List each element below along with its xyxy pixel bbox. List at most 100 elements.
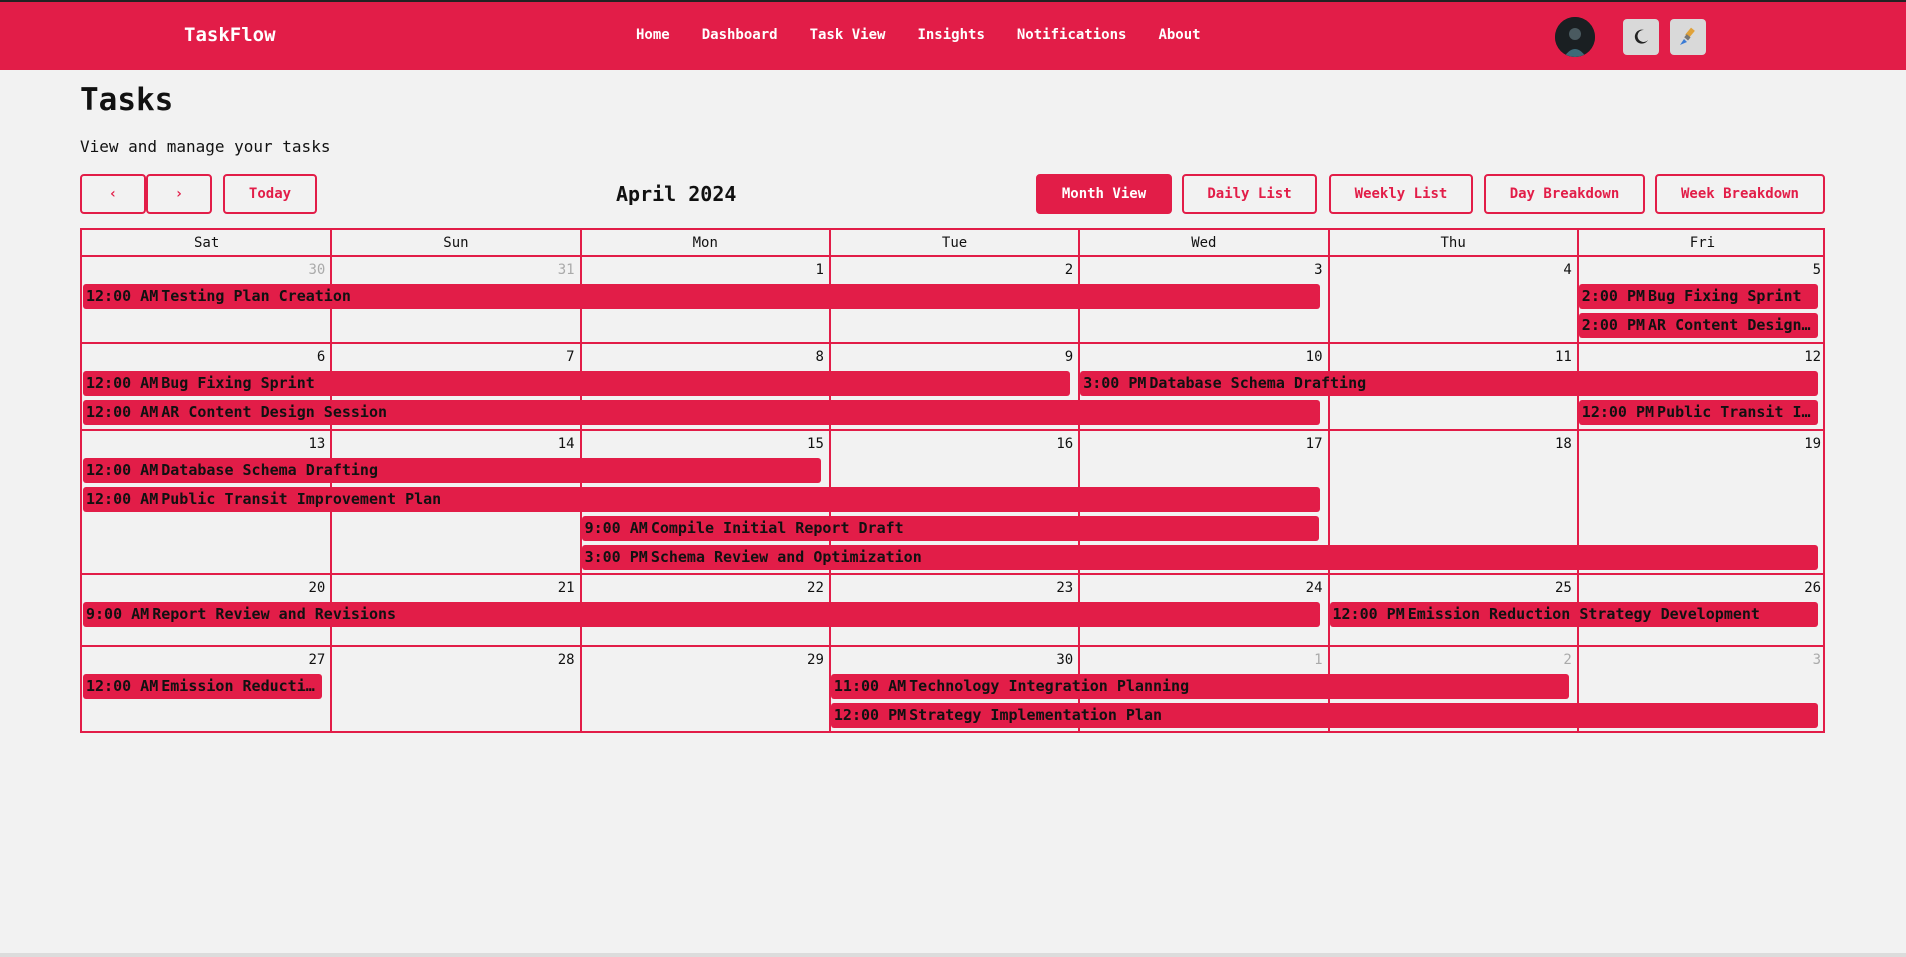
calendar-event[interactable]: 12:00 AM Testing Plan Creation [83, 284, 1320, 309]
event-time: 12:00 PM [1581, 403, 1655, 421]
theme-toggle-button[interactable] [1623, 19, 1659, 55]
day-number[interactable]: 13 [295, 436, 325, 452]
day-breakdown-button[interactable]: Day Breakdown [1484, 174, 1645, 214]
day-number[interactable]: 7 [545, 349, 574, 365]
event-title: Report Review and Revisions [152, 605, 397, 623]
day-number[interactable]: 3 [1293, 262, 1322, 278]
current-month-label: April 2024 [616, 182, 737, 206]
day-number[interactable]: 20 [295, 580, 325, 596]
day-number[interactable]: 30 [295, 262, 325, 278]
day-number[interactable]: 26 [1791, 580, 1821, 596]
day-number[interactable]: 5 [1791, 262, 1821, 278]
calendar-event[interactable]: 3:00 PM Schema Review and Optimization [581, 545, 1819, 570]
grid-row-divider [82, 645, 1823, 647]
calendar-event[interactable]: 12:00 AMEmission Reduction Strategy Deve… [83, 674, 323, 699]
event-title: Public Transit Improvement Plan [1657, 403, 1818, 421]
week-breakdown-button[interactable]: Week Breakdown [1655, 174, 1825, 214]
day-number[interactable]: 31 [545, 262, 575, 278]
event-time: 9:00 AM [584, 519, 648, 537]
day-number[interactable]: 19 [1791, 436, 1821, 452]
day-number[interactable]: 11 [1542, 349, 1572, 365]
event-title: AR Content Design Session [161, 403, 388, 421]
weekday-header-sat: Sat [194, 234, 220, 251]
page-bottom-border [0, 953, 1906, 957]
event-title: Emission Reduction Strategy Development [1407, 605, 1760, 623]
avatar[interactable] [1555, 17, 1595, 57]
day-number[interactable]: 14 [545, 436, 575, 452]
day-number[interactable]: 22 [794, 580, 824, 596]
weekday-header-row: Sat Sun Mon Tue Wed Thu Fri [82, 230, 1823, 257]
nav-task-view[interactable]: Task View [810, 27, 886, 43]
event-title: Testing Plan Creation [161, 287, 351, 305]
calendar-event[interactable]: 12:00 PMPublic Transit Improvement Plan [1578, 400, 1819, 425]
day-number[interactable]: 30 [1043, 652, 1073, 668]
event-time: 11:00 AM [833, 677, 907, 695]
day-number[interactable]: 21 [545, 580, 575, 596]
day-number[interactable]: 27 [295, 652, 325, 668]
event-time: 3:00 PM [1083, 374, 1147, 392]
moon-icon [1634, 29, 1648, 44]
customize-button[interactable] [1670, 19, 1706, 55]
calendar-event[interactable]: 2:00 PM Bug Fixing Sprint [1578, 284, 1819, 309]
weekday-header-mon: Mon [692, 234, 718, 251]
day-number[interactable]: 9 [1043, 349, 1073, 365]
day-number[interactable]: 18 [1542, 436, 1572, 452]
event-time: 12:00 AM [86, 461, 159, 479]
today-button[interactable]: Today [223, 174, 317, 214]
day-number[interactable]: 28 [545, 652, 575, 668]
nav-home[interactable]: Home [636, 27, 670, 43]
day-number[interactable]: 2 [1043, 262, 1073, 278]
calendar-event[interactable]: 9:00 AM Report Review and Revisions [83, 602, 1320, 627]
weekday-header-thu: Thu [1440, 234, 1466, 251]
month-view-button[interactable]: Month View [1036, 174, 1172, 214]
grid-row-divider [82, 573, 1823, 575]
day-number[interactable]: 24 [1293, 580, 1323, 596]
day-number[interactable]: 25 [1542, 580, 1572, 596]
calendar-event[interactable]: 12:00 AM AR Content Design Session [83, 400, 1320, 425]
nav-notifications[interactable]: Notifications [1017, 27, 1127, 43]
calendar-event[interactable]: 12:00 PM Emission Reduction Strategy Deve… [1329, 602, 1819, 627]
calendar-event[interactable]: 12:00 PM Strategy Implementation Plan [830, 703, 1819, 728]
day-number[interactable]: 2 [1542, 652, 1571, 668]
event-title: Database Schema Drafting [161, 461, 378, 479]
day-number[interactable]: 29 [794, 652, 824, 668]
day-number[interactable]: 1 [794, 262, 823, 278]
event-time: 12:00 PM [1332, 605, 1405, 623]
prev-month-button[interactable]: ‹ [80, 174, 146, 214]
calendar-event[interactable]: 12:00 AM Bug Fixing Sprint [83, 371, 1071, 396]
nav-dashboard[interactable]: Dashboard [702, 27, 778, 43]
day-number[interactable]: 8 [794, 349, 823, 365]
daily-list-button[interactable]: Daily List [1182, 174, 1317, 214]
day-number[interactable]: 3 [1791, 652, 1821, 668]
event-time: 12:00 AM [86, 374, 159, 392]
weekly-list-button[interactable]: Weekly List [1329, 174, 1473, 214]
nav-insights[interactable]: Insights [917, 27, 984, 43]
day-number[interactable]: 16 [1043, 436, 1073, 452]
calendar-event[interactable]: 2:00 PMAR Content Design Session [1578, 313, 1819, 338]
calendar-event[interactable]: 3:00 PM Database Schema Drafting [1080, 371, 1819, 396]
calendar-event[interactable]: 11:00 AM Technology Integration Planning [830, 674, 1569, 699]
month-calendar-grid: Sat Sun Mon Tue Wed Thu Fri 30 31 1 2 3 4 5 6 7 8 9 10 11 1… [80, 228, 1825, 733]
day-number[interactable]: 15 [794, 436, 824, 452]
weekday-header-fri: Fri [1689, 234, 1716, 251]
day-number[interactable]: 1 [1293, 652, 1322, 668]
nav-links: Home Dashboard Task View Insights Notifi… [636, 27, 1233, 43]
grid-row-divider [82, 342, 1823, 344]
calendar-event[interactable]: 12:00 AM Public Transit Improvement Plan [83, 487, 1320, 512]
calendar-event[interactable]: 9:00 AM Compile Initial Report Draft [581, 516, 1320, 541]
day-number[interactable]: 17 [1293, 436, 1323, 452]
next-month-button[interactable]: › [146, 174, 212, 214]
event-time: 2:00 PM [1581, 287, 1646, 305]
brand-logo[interactable]: TaskFlow [184, 24, 276, 46]
day-number[interactable]: 23 [1043, 580, 1073, 596]
nav-about[interactable]: About [1158, 27, 1200, 43]
day-number[interactable]: 4 [1542, 262, 1571, 278]
day-number[interactable]: 6 [295, 349, 325, 365]
calendar-event[interactable]: 12:00 AM Database Schema Drafting [83, 458, 821, 483]
event-title: Strategy Implementation Plan [909, 706, 1163, 724]
day-number[interactable]: 12 [1791, 349, 1821, 365]
day-number[interactable]: 10 [1293, 349, 1323, 365]
event-title: Emission Reduction Strategy Development [161, 677, 323, 695]
top-navbar: TaskFlow Home Dashboard Task View Insigh… [0, 0, 1906, 70]
event-time: 9:00 AM [86, 605, 150, 623]
